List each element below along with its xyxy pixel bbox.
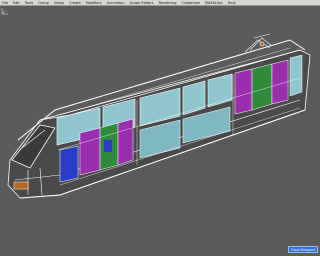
perspective-viewport[interactable]: ClearViewport [0, 6, 320, 256]
axis-gizmo-icon [1, 8, 8, 15]
door-left-seat [104, 140, 112, 152]
door-left-panel [117, 118, 134, 166]
side-panel [59, 145, 79, 183]
menu-item-customize[interactable]: Customize [181, 0, 199, 6]
menu-item-edit[interactable]: Edit [13, 0, 20, 6]
menu-item-modifiers[interactable]: Modifiers [86, 0, 102, 6]
menu-item-animation[interactable]: Animation [107, 0, 125, 6]
menu-item-tools[interactable]: Tools [25, 0, 34, 6]
menu-item-file[interactable]: File [2, 0, 8, 6]
menu-item-rendering[interactable]: Rendering [159, 0, 177, 6]
menu-item-maxscript[interactable]: MAXScript [205, 0, 223, 6]
clear-viewport-button[interactable]: ClearViewport [288, 246, 318, 253]
front-bumper [13, 181, 29, 190]
menu-item-group[interactable]: Group [38, 0, 49, 6]
door-right [234, 68, 253, 115]
door-right-interior [251, 63, 273, 111]
door-right-panel [271, 59, 289, 105]
menu-item-help[interactable]: Help [228, 0, 236, 6]
door-left [79, 127, 101, 176]
menu-item-graph-editors[interactable]: Graph Editors [130, 0, 154, 6]
menu-item-create[interactable]: Create [69, 0, 81, 6]
rear-window [289, 54, 303, 97]
menu-item-views[interactable]: Views [54, 0, 64, 6]
tram-model[interactable] [0, 6, 320, 256]
